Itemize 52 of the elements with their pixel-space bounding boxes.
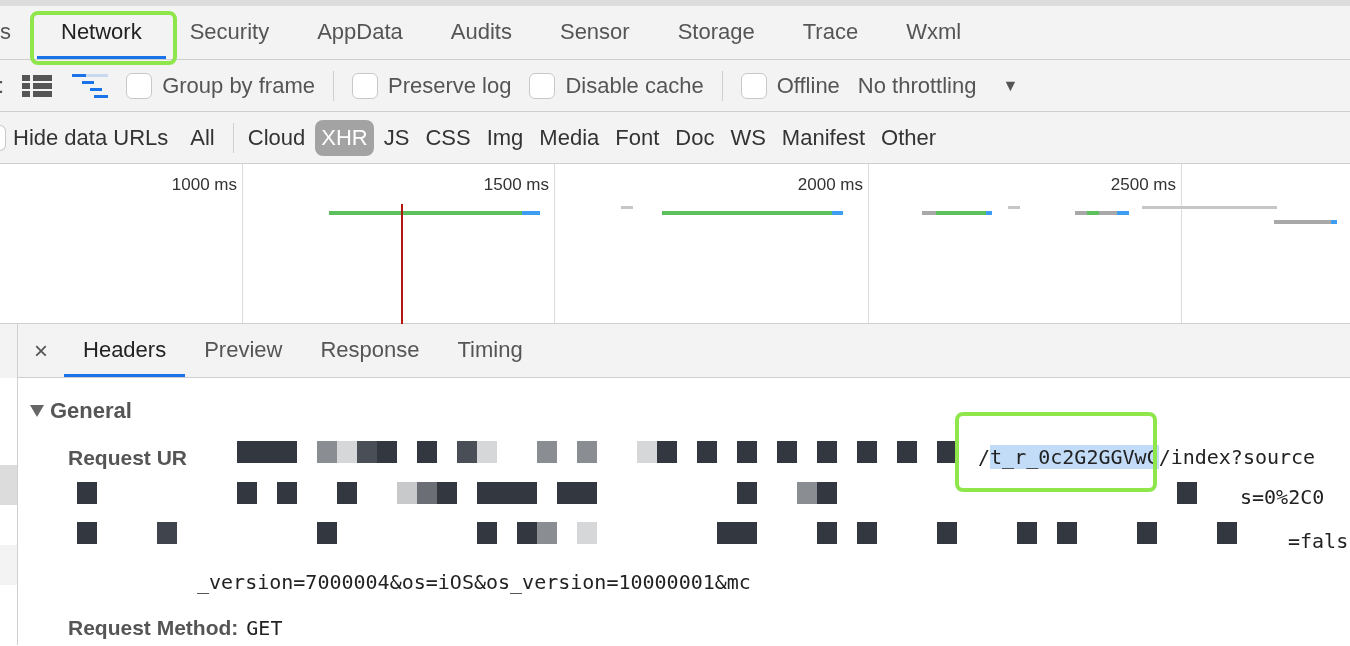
filter-type-button[interactable]: Manifest	[775, 119, 871, 156]
filter-type-button[interactable]: Media	[533, 119, 606, 156]
time-tick-label: 1500 ms	[483, 174, 549, 194]
checkbox-label: Preserve log	[387, 72, 512, 100]
url-text: =fals	[1288, 528, 1349, 555]
panel-tab[interactable]: s	[0, 6, 37, 59]
checkbox-label: Offline	[776, 72, 840, 100]
filter-type-button[interactable]: Font	[609, 119, 666, 156]
checkbox-label: Disable cache	[565, 72, 704, 100]
panel-tab[interactable]: Wxml	[882, 6, 986, 59]
time-tick-label: 1000 ms	[171, 174, 237, 194]
list-view-icon[interactable]	[22, 74, 53, 97]
details-tab[interactable]: Headers	[64, 324, 186, 377]
panel-tab[interactable]: Storage	[653, 6, 779, 59]
filter-type-button[interactable]: JS	[377, 119, 416, 156]
details-tab[interactable]: Timing	[438, 324, 542, 377]
url-text: s=0%2C0	[1240, 484, 1325, 511]
url-text: _version=7000004&os=iOS&os_version=10000001&mc	[197, 569, 751, 596]
close-button[interactable]: ×	[18, 324, 64, 377]
url-text: /t_r_0c2G2GGVwC/index?source	[978, 444, 1316, 471]
panel-tab[interactable]: Audits	[426, 6, 536, 59]
checkbox[interactable]	[0, 124, 6, 151]
checkbox[interactable]	[529, 72, 556, 99]
checkbox[interactable]	[740, 72, 767, 99]
filter-type-button[interactable]: Other	[875, 119, 943, 156]
throttling-dropdown[interactable]: No throttling	[857, 69, 977, 102]
checkbox-label: Hide data URLs	[13, 124, 169, 152]
panel-tab[interactable]: AppData	[293, 6, 427, 59]
checkbox[interactable]	[351, 72, 378, 99]
details-tab[interactable]: Preview	[185, 324, 302, 377]
filter-type-button[interactable]: Cloud	[241, 119, 312, 156]
filter-type-button[interactable]: CSS	[419, 119, 477, 156]
dropdown-arrow[interactable]: ▼	[1002, 73, 1019, 98]
filter-type-button[interactable]: Doc	[669, 119, 721, 156]
section-title: General	[50, 397, 132, 425]
panel-tab[interactable]: Security	[165, 6, 294, 59]
time-tick-label: 2000 ms	[797, 174, 863, 194]
time-tick-label: 2500 ms	[1110, 174, 1176, 194]
filter-type-button[interactable]: WS	[724, 119, 772, 156]
details-tab[interactable]: Response	[301, 324, 439, 377]
header-name: Request Method:	[68, 615, 239, 641]
header-name: Request UR	[68, 445, 188, 471]
panel-tab[interactable]: Sensor	[535, 6, 654, 59]
waterfall-icon[interactable]	[72, 73, 109, 98]
checkbox-label: Group by frame	[162, 72, 315, 100]
toolbar-label: :	[0, 72, 5, 100]
expand-triangle-icon[interactable]	[30, 404, 44, 417]
checkbox[interactable]	[126, 72, 153, 99]
panel-tab[interactable]: Trace	[778, 6, 883, 59]
filter-type-button[interactable]: All	[184, 119, 221, 156]
header-value: GET	[246, 614, 283, 642]
filter-type-button[interactable]: Img	[480, 119, 530, 156]
